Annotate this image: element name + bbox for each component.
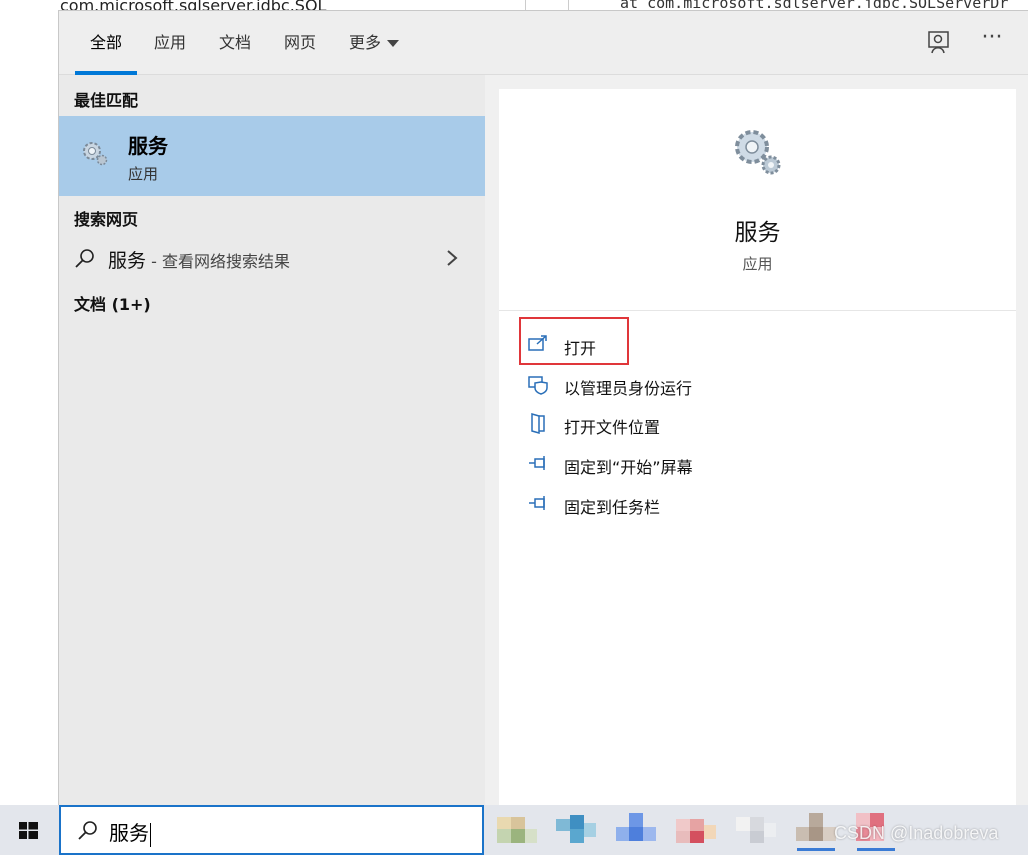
taskbar-app-icon[interactable] bbox=[613, 809, 659, 851]
background-code-text-right: at com.microsoft.sqlserver.jdbc.SQLServe… bbox=[620, 0, 1028, 8]
documents-heading[interactable]: 文档 (1+) bbox=[74, 291, 151, 315]
chevron-right-icon[interactable] bbox=[445, 249, 459, 267]
text-cursor bbox=[150, 822, 151, 847]
action-pin-to-start-label: 固定到“开始”屏幕 bbox=[564, 458, 693, 477]
pin-icon bbox=[529, 496, 545, 510]
search-icon bbox=[75, 249, 94, 268]
web-result-text: 服务 - 查看网络搜索结果 bbox=[108, 246, 290, 273]
action-run-as-admin-label: 以管理员身份运行 bbox=[564, 379, 693, 398]
tab-apps[interactable]: 应用 bbox=[154, 31, 186, 55]
pin-icon bbox=[529, 456, 545, 470]
taskbar-app-icon[interactable] bbox=[733, 809, 779, 851]
taskbar-app-icon[interactable] bbox=[553, 809, 599, 851]
start-search-panel: 全部 应用 文档 网页 更多 ··· 最佳匹配 服务 应用 搜索网页 服务 - … bbox=[58, 10, 1028, 806]
chevron-down-icon bbox=[387, 40, 400, 47]
background-divider bbox=[525, 0, 526, 10]
web-result-suffix: - 查看网络搜索结果 bbox=[146, 252, 290, 271]
taskbar-app-icon bbox=[796, 813, 836, 841]
search-header: 全部 应用 文档 网页 更多 ··· bbox=[59, 11, 1028, 75]
taskbar-search-input[interactable]: 服务 bbox=[59, 805, 484, 855]
result-detail-pane: 服务 应用 打开 以管理员身份运行 打开文件位置 固定到“开始”屏幕 固定到任务… bbox=[499, 89, 1016, 806]
action-run-as-admin[interactable]: 以管理员身份运行 bbox=[527, 369, 927, 401]
start-button[interactable] bbox=[0, 805, 58, 855]
background-window bbox=[0, 0, 58, 805]
best-match-item[interactable]: 服务 应用 bbox=[59, 116, 485, 196]
background-divider bbox=[568, 0, 569, 10]
best-match-name: 服务 bbox=[128, 134, 168, 158]
tab-more-label: 更多 bbox=[349, 33, 382, 52]
tab-more[interactable]: 更多 bbox=[349, 31, 400, 55]
tab-web[interactable]: 网页 bbox=[284, 31, 316, 55]
file-location-icon bbox=[531, 413, 545, 434]
taskbar-app-icon[interactable] bbox=[494, 809, 540, 851]
search-query-text: 服务 bbox=[109, 821, 149, 845]
tab-all[interactable]: 全部 bbox=[90, 31, 122, 55]
best-match-type: 应用 bbox=[128, 165, 159, 183]
tab-documents[interactable]: 文档 bbox=[219, 31, 251, 55]
action-open-file-location-label: 打开文件位置 bbox=[564, 418, 661, 437]
action-pin-to-taskbar[interactable]: 固定到任务栏 bbox=[527, 488, 927, 520]
web-search-heading: 搜索网页 bbox=[74, 210, 139, 229]
action-open-file-location[interactable]: 打开文件位置 bbox=[527, 408, 927, 440]
web-search-result[interactable]: 服务 - 查看网络搜索结果 bbox=[59, 241, 485, 277]
search-icon bbox=[78, 821, 97, 840]
active-app-indicator bbox=[857, 848, 895, 851]
detail-app-type: 应用 bbox=[742, 255, 773, 273]
services-gears-icon bbox=[735, 130, 781, 175]
taskbar-app-active[interactable] bbox=[793, 809, 839, 851]
active-app-indicator bbox=[797, 848, 835, 851]
detail-app-name: 服务 bbox=[734, 220, 781, 246]
action-pin-to-start[interactable]: 固定到“开始”屏幕 bbox=[527, 448, 927, 480]
watermark-text: CSDN @Inadobreva bbox=[834, 823, 999, 843]
taskbar: 服务 CSDN @Inadobreva bbox=[0, 805, 1028, 855]
best-match-heading: 最佳匹配 bbox=[74, 91, 139, 110]
action-open-label: 打开 bbox=[564, 339, 597, 358]
windows-logo-icon bbox=[19, 822, 38, 839]
feedback-person-icon[interactable] bbox=[926, 29, 952, 55]
taskbar-app-icon[interactable] bbox=[673, 809, 719, 851]
web-result-query: 服务 bbox=[108, 250, 147, 272]
open-icon bbox=[528, 335, 547, 351]
action-open[interactable]: 打开 bbox=[527, 329, 927, 361]
more-options-icon[interactable]: ··· bbox=[979, 27, 1005, 55]
shield-run-admin-icon bbox=[528, 376, 548, 395]
services-gears-icon bbox=[83, 142, 108, 166]
search-input-value: 服务 bbox=[109, 817, 151, 847]
results-list: 最佳匹配 服务 应用 搜索网页 服务 - 查看网络搜索结果 文档 (1+) bbox=[59, 75, 485, 806]
action-pin-to-taskbar-label: 固定到任务栏 bbox=[564, 498, 661, 517]
detail-header: 服务 应用 bbox=[499, 89, 1016, 311]
